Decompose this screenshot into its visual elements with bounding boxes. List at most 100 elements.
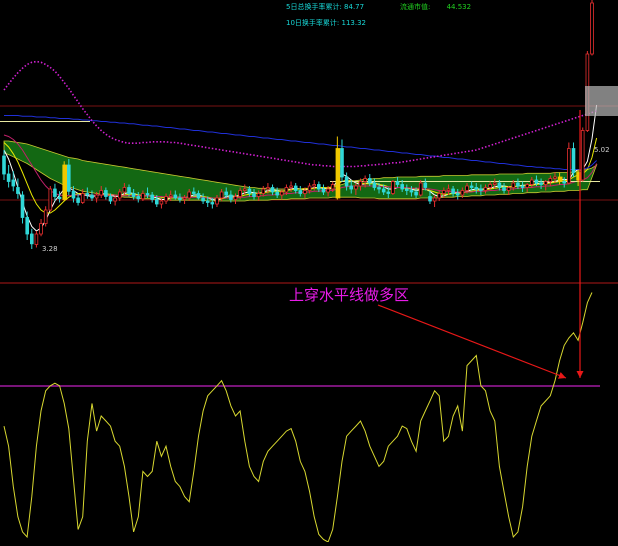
candle-body <box>562 181 566 184</box>
candle-body <box>164 196 168 202</box>
candle-body <box>113 197 117 202</box>
candle-body <box>363 178 367 182</box>
candle-body <box>2 155 6 175</box>
candle-body <box>460 190 465 196</box>
header-stat-3: 流通市值: 44.532 <box>400 2 471 12</box>
candle-body <box>580 130 585 181</box>
candle-body <box>492 182 497 185</box>
candle-body <box>229 194 233 200</box>
candle-body <box>488 184 492 188</box>
candle-body <box>76 197 80 203</box>
panel-separators <box>0 105 618 387</box>
candle-body <box>520 185 525 188</box>
candle-body <box>502 187 506 191</box>
header-stat-1-value: 84.77 <box>344 3 365 11</box>
header-stat-3-value: 44.532 <box>446 3 472 11</box>
candle-body <box>71 190 76 199</box>
candle-body <box>381 188 386 193</box>
ma-line-3 <box>4 115 597 170</box>
candle-body <box>242 188 247 191</box>
candle-body <box>67 164 71 192</box>
candle-body <box>423 182 428 188</box>
candle-body <box>539 182 543 185</box>
candle-body <box>284 187 289 193</box>
candle-body <box>99 190 104 196</box>
candle-body <box>293 185 298 191</box>
candle-body <box>159 200 164 205</box>
candle-body <box>409 190 414 193</box>
candle-body <box>136 196 141 200</box>
candle-body <box>279 191 284 196</box>
candle-body <box>349 185 353 190</box>
candle-body <box>312 184 316 187</box>
candle-body <box>432 197 437 202</box>
candle-body <box>358 181 363 187</box>
annotation-text: 上穿水平线做多区 <box>289 286 410 304</box>
candle-body <box>168 194 173 197</box>
candle-body <box>178 197 182 200</box>
candle-body <box>224 191 229 196</box>
candle-body <box>335 148 341 199</box>
candle-body <box>62 164 68 200</box>
candle-body <box>16 187 20 194</box>
candle-body <box>543 181 548 185</box>
candle-body <box>173 194 178 199</box>
candle-body <box>298 190 303 194</box>
candle-body <box>497 182 502 188</box>
right-price-box <box>585 86 618 116</box>
candle-body <box>354 185 358 190</box>
candle-body <box>80 193 85 203</box>
candle-body <box>256 193 261 197</box>
candle-body <box>94 194 99 199</box>
candle-body <box>108 196 113 202</box>
candle-body <box>219 191 224 199</box>
candle-body <box>145 193 150 196</box>
oscillator-panel <box>3 292 593 543</box>
candle-body <box>441 190 446 194</box>
candle-body <box>367 178 372 184</box>
header-stat-2-label: 10日换手率累计: <box>286 19 340 27</box>
candle-body <box>344 176 349 187</box>
candle-body <box>474 187 479 190</box>
candle-body <box>196 193 201 199</box>
chart-stage: 5日总换手率累计: 84.77 10日换手率累计: 113.32 流通市值: 4… <box>0 0 618 543</box>
candle-body <box>25 217 29 235</box>
candle-body <box>187 191 192 199</box>
candle-body <box>590 2 594 55</box>
candle-body <box>469 185 474 188</box>
candle-body <box>118 191 122 199</box>
candle-body <box>400 184 404 190</box>
candle-body <box>404 188 409 191</box>
candle-body <box>57 196 62 200</box>
candle-body <box>446 188 451 191</box>
candle-body <box>182 197 187 200</box>
candle-body <box>131 193 136 197</box>
candle-body <box>414 191 418 196</box>
header-stat-1-label: 5日总换手率累计: <box>286 3 342 11</box>
candle-body <box>437 193 441 199</box>
candle-body <box>247 188 252 194</box>
candle-body <box>534 179 539 184</box>
candle-body <box>289 185 293 188</box>
candle-body <box>391 181 395 194</box>
candle-body <box>386 191 391 194</box>
candle-body <box>511 182 516 188</box>
oscillator-line <box>3 292 593 543</box>
candle-body <box>548 178 553 182</box>
candle-body <box>567 148 571 184</box>
candle-body <box>372 182 377 188</box>
candle-body <box>20 194 25 218</box>
candle-body <box>483 187 488 191</box>
candle-body <box>516 182 520 187</box>
candle-body <box>252 193 256 197</box>
candle-body <box>340 148 344 178</box>
candle-body <box>321 188 326 193</box>
candle-body <box>11 179 16 187</box>
candle-body <box>122 187 127 193</box>
candle-body <box>238 190 242 197</box>
candle-body <box>316 184 321 190</box>
header-stat-2-value: 113.32 <box>341 19 367 27</box>
annotation-arrows <box>377 86 618 379</box>
candle-body <box>154 199 159 205</box>
candle-body <box>104 190 108 197</box>
